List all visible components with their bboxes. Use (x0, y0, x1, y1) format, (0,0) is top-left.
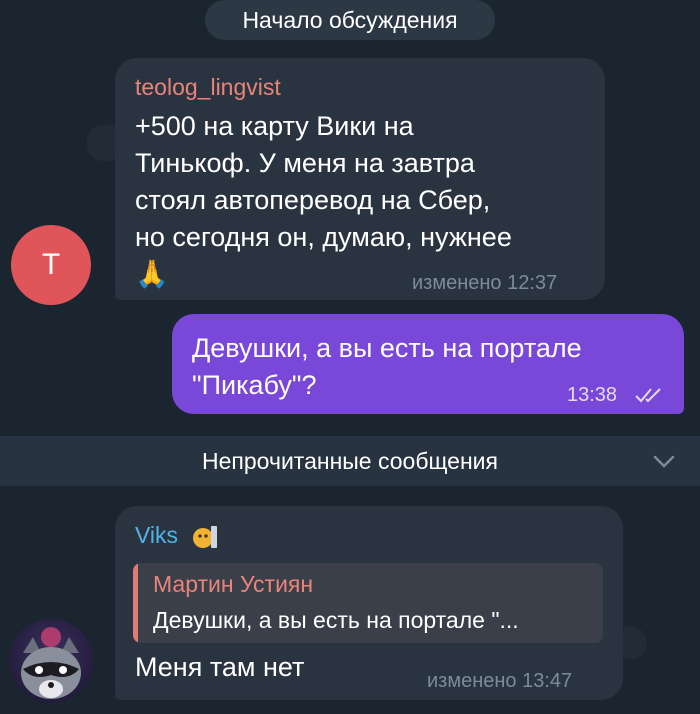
discussion-start-pill: Начало обсуждения (205, 0, 495, 40)
message-edited-time: изменено 12:37 (412, 272, 558, 294)
message-bubble-teolog[interactable]: teolog_lingvist +500 на карту Вики на Ти… (115, 58, 605, 300)
sender-emoji-icon (193, 526, 217, 548)
message-bubble-outgoing[interactable]: Девушки, а вы есть на портале "Пикабу"? … (172, 314, 684, 414)
message-line: Девушки, а вы есть на портале (192, 333, 582, 363)
message-bubble-viks[interactable]: Viks Мартин Устиян Девушки, а вы есть на… (115, 506, 623, 700)
raccoon-avatar-icon (21, 627, 81, 699)
sender-name[interactable]: Viks (135, 522, 178, 549)
avatar-viks[interactable] (9, 619, 93, 703)
message-edited-time: изменено 13:47 (427, 670, 573, 692)
message-line: +500 на карту Вики на (135, 111, 414, 141)
message-time: 13:38 (567, 384, 618, 406)
message-text: Девушки, а вы есть на портале "Пикабу"? (192, 330, 582, 404)
unread-divider-label: Непрочитанные сообщения (202, 448, 498, 474)
message-text: +500 на карту Вики на Тинькоф. У меня на… (135, 108, 512, 293)
reply-text: Девушки, а вы есть на портале "... (153, 607, 519, 633)
reply-accent-bar (133, 563, 138, 643)
discussion-start-label: Начало обсуждения (242, 6, 458, 33)
avatar-letter: T (41, 248, 61, 281)
reply-author: Мартин Устиян (153, 571, 314, 597)
avatar-teolog[interactable]: T (11, 225, 91, 305)
message-line: Тинькоф. У меня на завтра (135, 148, 475, 178)
sender-name[interactable]: teolog_lingvist (135, 74, 281, 101)
message-line: "Пикабу"? (192, 370, 317, 400)
message-line: но сегодня он, думаю, нужнее (135, 222, 512, 252)
reply-quote[interactable]: Мартин Устиян Девушки, а вы есть на порт… (133, 563, 603, 643)
double-check-icon (635, 388, 661, 403)
unread-divider: Непрочитанные сообщения (0, 436, 700, 486)
chevron-down-icon[interactable] (652, 452, 676, 470)
message-line: стоял автоперевод на Сбер, (135, 185, 491, 215)
message-text: Меня там нет (135, 652, 305, 682)
